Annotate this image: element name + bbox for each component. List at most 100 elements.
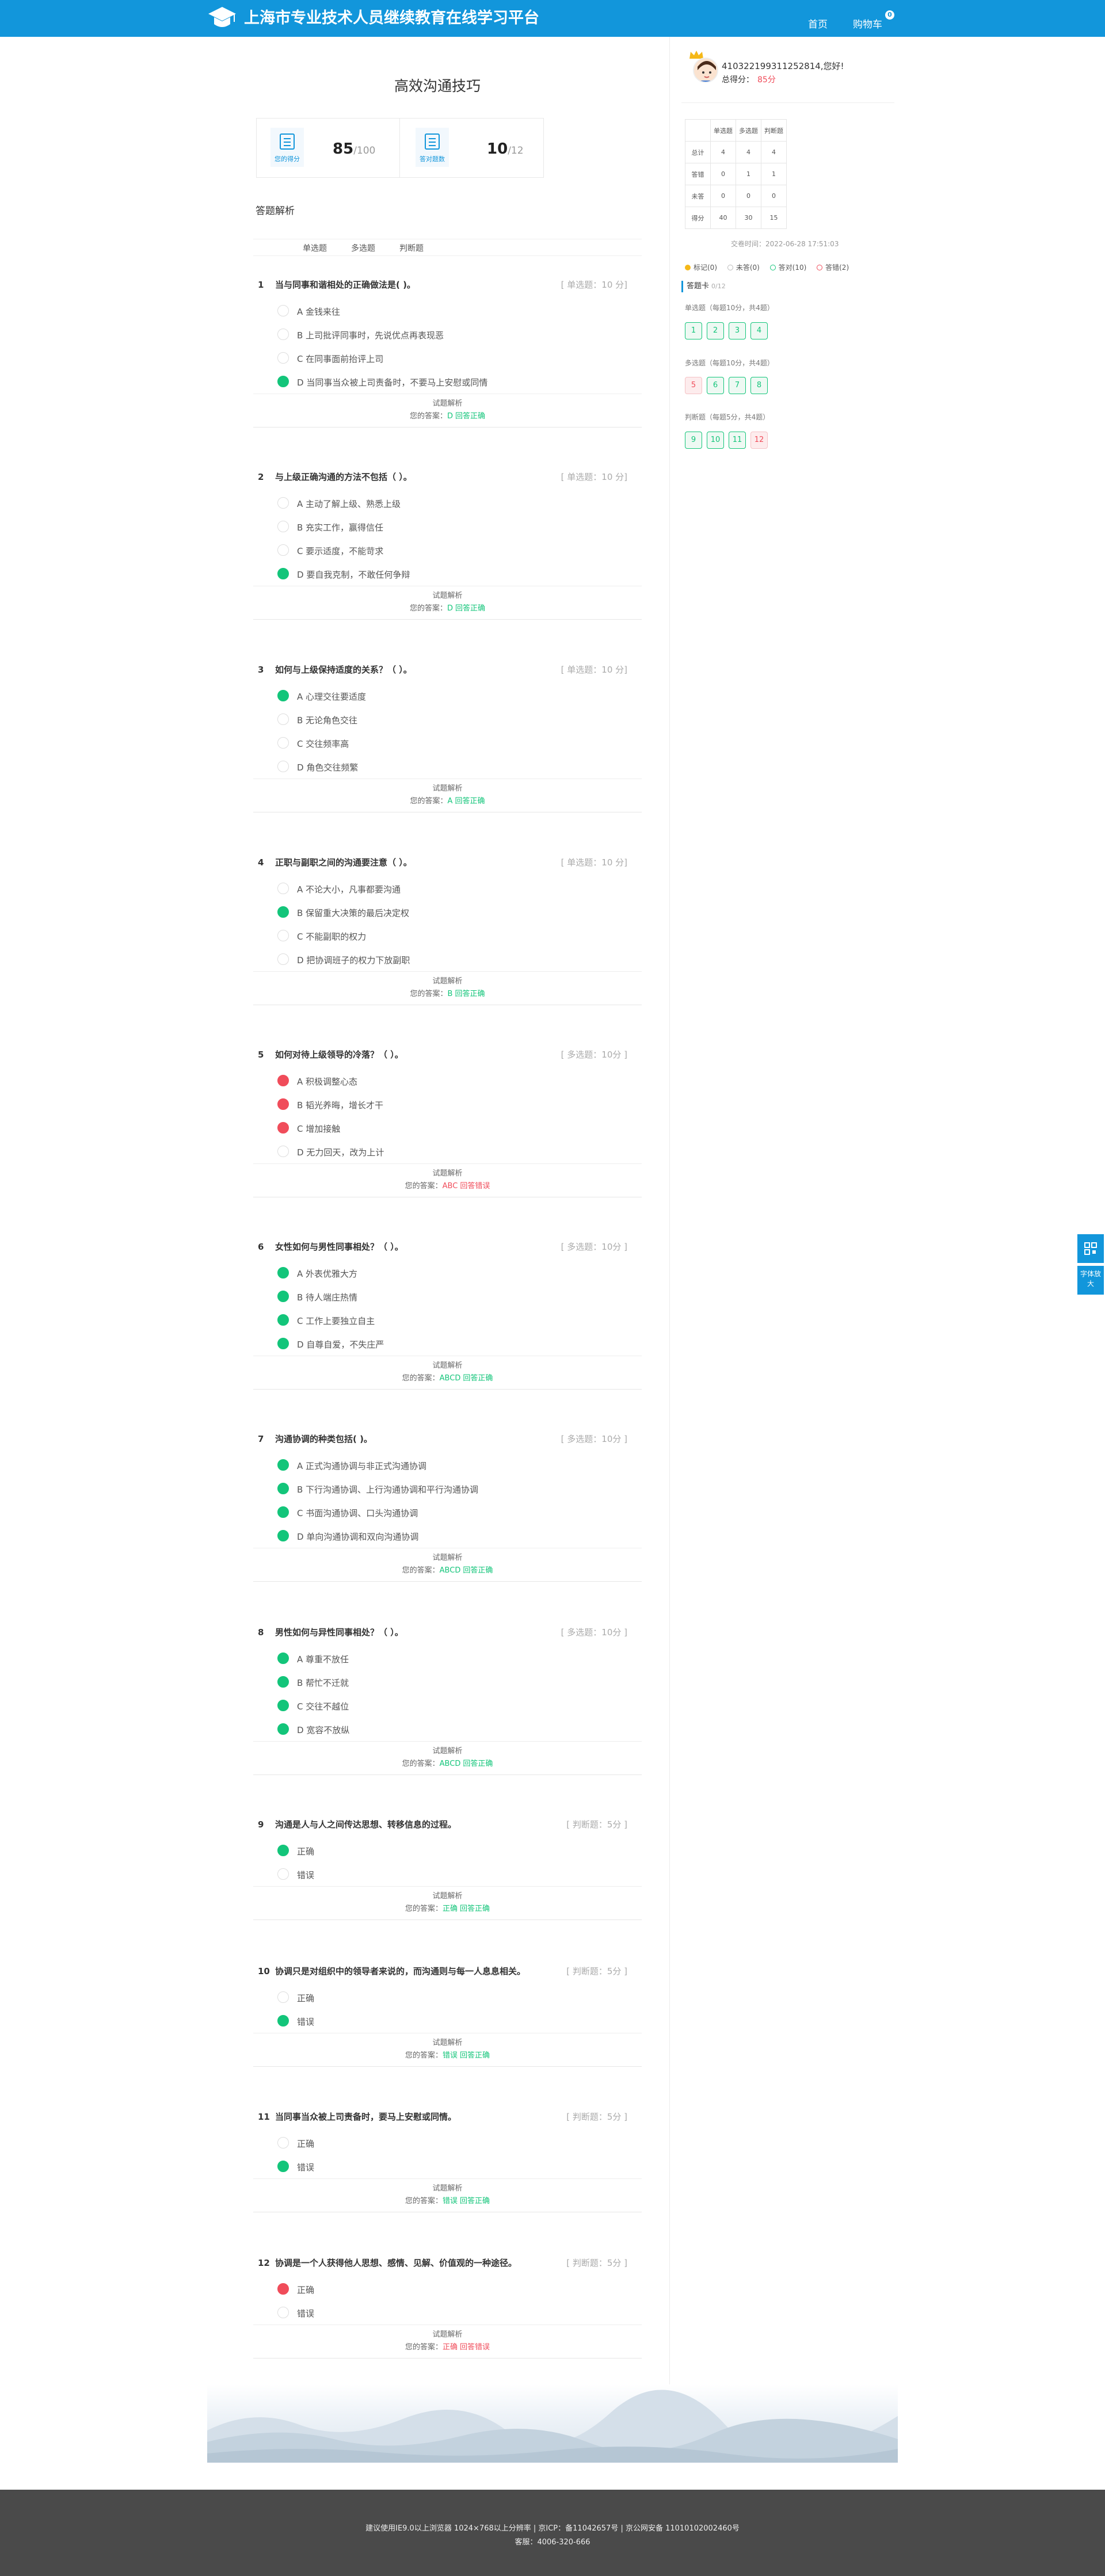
option-radio bbox=[277, 1314, 289, 1326]
option-radio bbox=[277, 305, 289, 316]
answer-card-question-button[interactable]: 2 bbox=[707, 322, 724, 339]
question-title: 10 协调只是对组织中的领导者来说的，而沟通则与每一人息息相关。 bbox=[258, 1966, 526, 1976]
analysis-label: 试题解析 bbox=[432, 1747, 463, 1756]
tab-single-choice[interactable]: 单选题 bbox=[303, 242, 327, 254]
score-summary-card: 您的得分 85/100 答对题数 10/12 bbox=[256, 118, 544, 178]
option-radio bbox=[277, 352, 289, 364]
question-type-tag: [ 判断题：5分 ] bbox=[566, 1966, 627, 1976]
qr-code-button[interactable] bbox=[1077, 1234, 1104, 1263]
option-radio bbox=[277, 1146, 289, 1157]
legend-wrong: 答错(2) bbox=[817, 262, 849, 272]
option-radio bbox=[277, 1267, 289, 1279]
option-radio bbox=[277, 1991, 289, 2003]
option-radio bbox=[277, 376, 289, 387]
answer-card-question-button[interactable]: 12 bbox=[750, 432, 768, 449]
site-title: 上海市专业技术人员继续教育在线学习平台 bbox=[244, 9, 539, 27]
tab-true-false[interactable]: 判断题 bbox=[399, 242, 424, 254]
question-title: 9 沟通是人与人之间传达思想、转移信息的过程。 bbox=[258, 1819, 457, 1830]
analysis-label: 试题解析 bbox=[432, 591, 463, 600]
your-answer: 您的答案：D 回答正确 bbox=[409, 412, 486, 421]
option-radio bbox=[277, 1676, 289, 1688]
footer-hotline: 客服：4006-320-666 bbox=[515, 2538, 590, 2547]
nav-cart-link[interactable]: 购物车 bbox=[853, 16, 882, 30]
your-answer: 您的答案：B 回答正确 bbox=[410, 990, 485, 998]
analysis-label: 试题解析 bbox=[432, 977, 463, 986]
question-title: 1 当与同事和谐相处的正确做法是( )。 bbox=[258, 280, 416, 290]
option-radio bbox=[277, 1098, 289, 1110]
submit-time: 交卷时间：2022-06-28 17:51:03 bbox=[731, 240, 839, 248]
question-type-tag: [ 判断题：5分 ] bbox=[566, 2258, 627, 2268]
option-radio bbox=[277, 329, 289, 340]
answer-card-question-button[interactable]: 5 bbox=[685, 377, 702, 394]
option-radio bbox=[277, 1845, 289, 1856]
question-type-tag: [ 单选题：10 分] bbox=[561, 472, 627, 482]
answer-card-question-button[interactable]: 6 bbox=[707, 377, 724, 394]
analysis-label: 试题解析 bbox=[432, 1892, 463, 1900]
option-radio bbox=[277, 713, 289, 725]
share-icon[interactable] bbox=[1092, 20, 1103, 30]
answer-card-question-button[interactable]: 8 bbox=[750, 377, 768, 394]
your-answer: 您的答案：ABCD 回答正确 bbox=[402, 1374, 493, 1383]
option-radio bbox=[277, 1700, 289, 1711]
table-row: 答错 0 1 1 bbox=[685, 163, 787, 185]
answer-card-question-button[interactable]: 3 bbox=[729, 322, 746, 339]
question-type-tabs: 单选题 多选题 判断题 bbox=[253, 239, 642, 256]
answer-card-question-button[interactable]: 9 bbox=[685, 432, 702, 449]
top-header: 上海市专业技术人员继续教育在线学习平台 首页 购物车 0 bbox=[0, 0, 1105, 37]
mountain-banner bbox=[207, 2384, 898, 2463]
your-answer: 您的答案：错误 回答正确 bbox=[405, 2197, 490, 2205]
your-answer: 您的答案：ABCD 回答正确 bbox=[402, 1566, 493, 1575]
score-value: 85/100 bbox=[333, 140, 376, 158]
score-stats-table: 单选题 多选题 判断题 总计 4 4 4 答错 0 1 1 未答 0 0 0 得分 40 30 15 bbox=[685, 119, 787, 229]
question-type-tag: [ 判断题：5分 ] bbox=[566, 2112, 627, 2122]
question-type-tag: [ 多选题：10分 ] bbox=[561, 1242, 627, 1252]
user-greeting: 410322199311252814,您好! bbox=[722, 61, 844, 71]
analysis-label: 试题解析 bbox=[432, 1554, 463, 1562]
tab-multi-choice[interactable]: 多选题 bbox=[351, 242, 375, 254]
nav-home-link[interactable]: 首页 bbox=[808, 16, 828, 30]
table-row: 总计 4 4 4 bbox=[685, 141, 787, 163]
analysis-label: 试题解析 bbox=[432, 2039, 463, 2047]
answer-card-title: 答题卡 0/12 bbox=[681, 281, 726, 292]
correct-paper-icon: 答对题数 bbox=[416, 128, 449, 167]
font-enlarge-button[interactable]: 字体放大 bbox=[1077, 1266, 1104, 1295]
question-title: 11 当同事当众被上司责备时，要马上安慰或同情。 bbox=[258, 2112, 457, 2122]
answer-card-question-button[interactable]: 7 bbox=[729, 377, 746, 394]
legend-unanswered: 未答(0) bbox=[727, 262, 760, 272]
option-radio bbox=[277, 1506, 289, 1518]
option-radio bbox=[277, 2283, 289, 2295]
option-radio bbox=[277, 497, 289, 509]
option-radio bbox=[277, 1459, 289, 1471]
question-type-tag: [ 多选题：10分 ] bbox=[561, 1050, 627, 1060]
legend-marked: 标记(0) bbox=[685, 262, 717, 272]
analysis-label: 试题解析 bbox=[432, 1169, 463, 1178]
question-title: 7 沟通协调的种类包括( )。 bbox=[258, 1434, 372, 1444]
legend-correct: 答对(10) bbox=[769, 262, 806, 272]
question-title: 8 男性如何与异性同事相处？（ ）。 bbox=[258, 1627, 403, 1638]
answer-card-question-button[interactable]: 1 bbox=[685, 322, 702, 339]
question-type-tag: [ 单选题：10 分] bbox=[561, 280, 627, 290]
answer-card-group-title: 多选题（每题10分，共4题） bbox=[685, 359, 774, 367]
question-type-tag: [ 单选题：10 分] bbox=[561, 857, 627, 868]
option-radio bbox=[277, 690, 289, 701]
option-radio bbox=[277, 2015, 289, 2027]
option-radio bbox=[277, 2161, 289, 2172]
option-radio bbox=[277, 883, 289, 894]
your-answer: 您的答案：正确 回答错误 bbox=[405, 2343, 490, 2352]
answer-card-question-button[interactable]: 11 bbox=[729, 432, 746, 449]
question-type-tag: [ 单选题：10 分] bbox=[561, 665, 627, 675]
footer-copyright: 建议使用IE9.0以上浏览器 1024×768以上分辨率 | 京ICP：备110… bbox=[365, 2524, 740, 2533]
column-divider bbox=[669, 37, 670, 2384]
section-title: 答题解析 bbox=[256, 205, 295, 217]
footer: 建议使用IE9.0以上浏览器 1024×768以上分辨率 | 京ICP：备110… bbox=[0, 2490, 1105, 2576]
graduation-cap-icon bbox=[208, 7, 236, 27]
question-type-tag: [ 判断题：5分 ] bbox=[566, 1819, 627, 1830]
option-radio bbox=[277, 2137, 289, 2148]
table-header-row: 单选题 多选题 判断题 bbox=[685, 119, 787, 142]
your-answer: 您的答案：D 回答正确 bbox=[409, 604, 486, 613]
answer-card-question-button[interactable]: 4 bbox=[750, 322, 768, 339]
question-type-tag: [ 多选题：10分 ] bbox=[561, 1627, 627, 1638]
answer-card-question-button[interactable]: 10 bbox=[707, 432, 724, 449]
answer-legend: 标记(0) 未答(0) 答对(10) 答错(2) bbox=[685, 262, 857, 272]
your-answer: 您的答案：ABC 回答错误 bbox=[405, 1182, 490, 1190]
